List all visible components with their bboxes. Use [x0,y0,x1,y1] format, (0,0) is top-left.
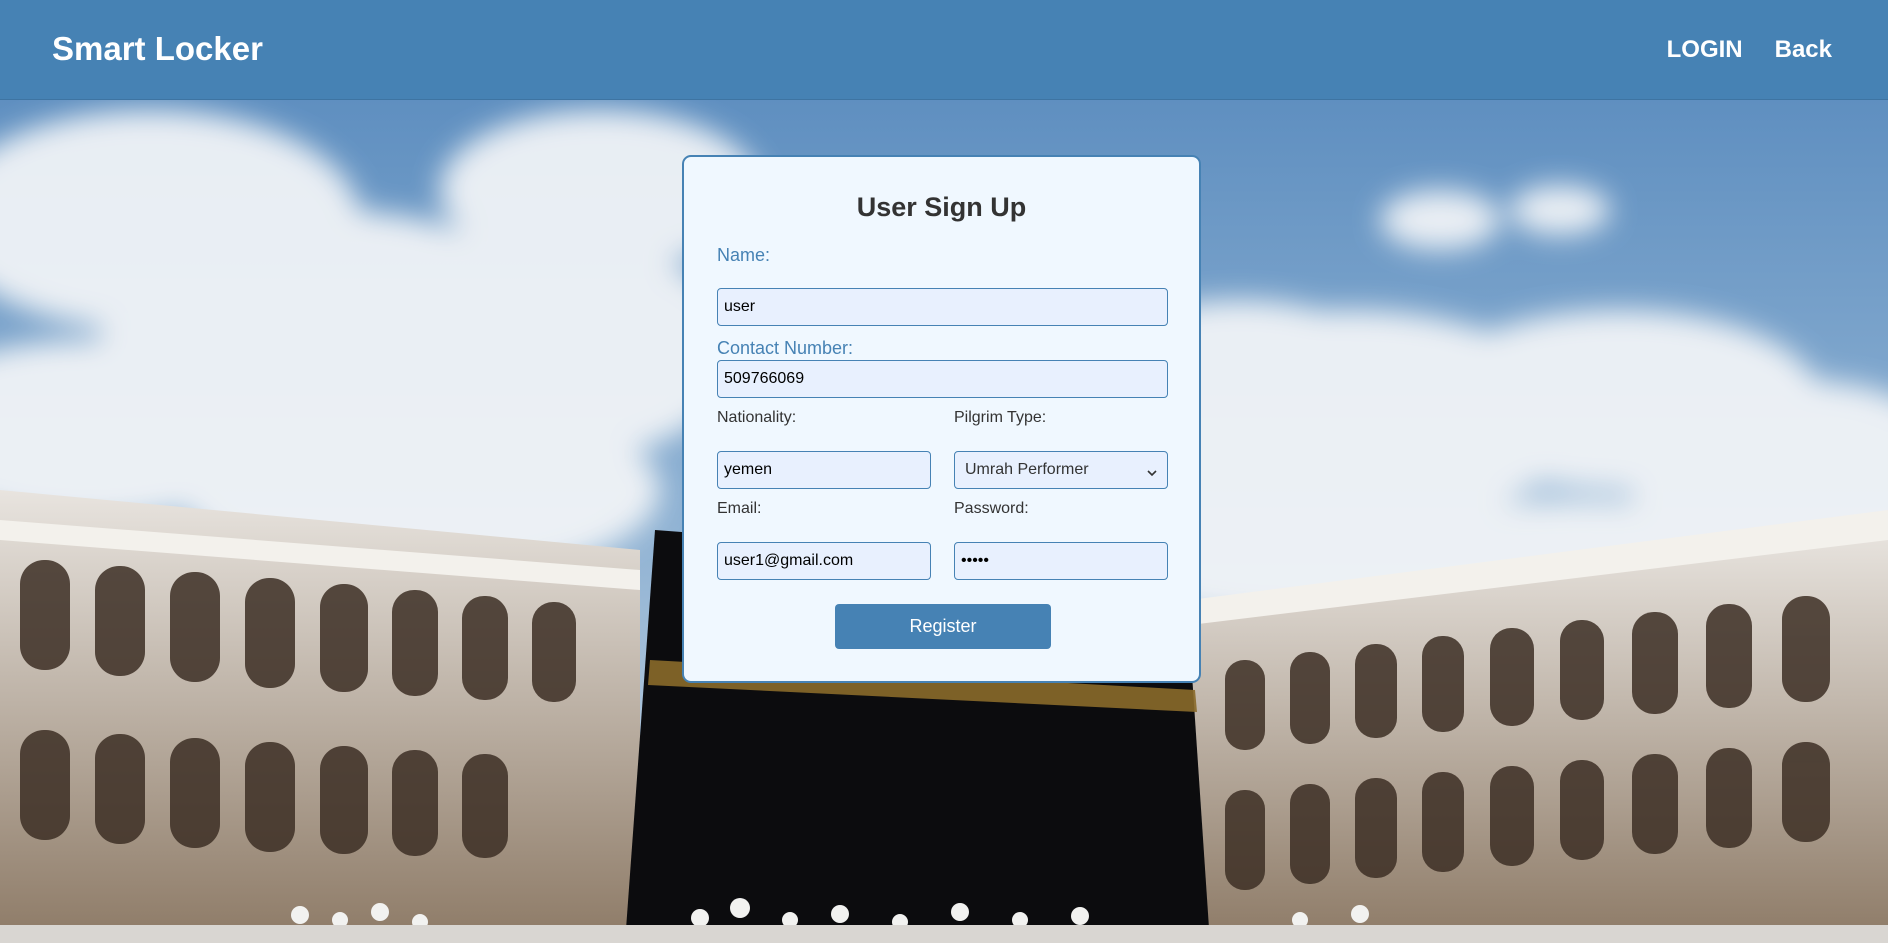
back-link[interactable]: Back [1775,36,1832,64]
name-label: Name: [717,245,771,265]
nationality-label: Nationality: [717,409,797,426]
chevron-down-icon [1147,465,1157,477]
name-input[interactable] [717,288,1168,326]
pilgrim-type-value: Umrah Performer [965,461,1089,478]
email-label: Email: [717,500,762,517]
signup-card: User Sign Up Name: Contact Number: Natio… [682,155,1201,683]
nationality-input[interactable] [717,451,931,489]
pilgrim-type-select[interactable]: Umrah Performer [954,451,1168,489]
contact-input[interactable] [717,360,1168,398]
email-input[interactable] [717,542,931,580]
nav-links: LOGIN Back [1667,36,1832,64]
login-link[interactable]: LOGIN [1667,36,1743,64]
contact-label: Contact Number: [717,338,854,358]
register-button[interactable]: Register [835,604,1051,649]
brand-title: Smart Locker [52,30,263,67]
password-label: Password: [954,500,1029,517]
form-title: User Sign Up [856,192,1027,222]
password-input[interactable] [954,542,1168,580]
top-navbar: Smart Locker LOGIN Back [0,0,1888,100]
pilgrim-type-label: Pilgrim Type: [954,409,1047,426]
